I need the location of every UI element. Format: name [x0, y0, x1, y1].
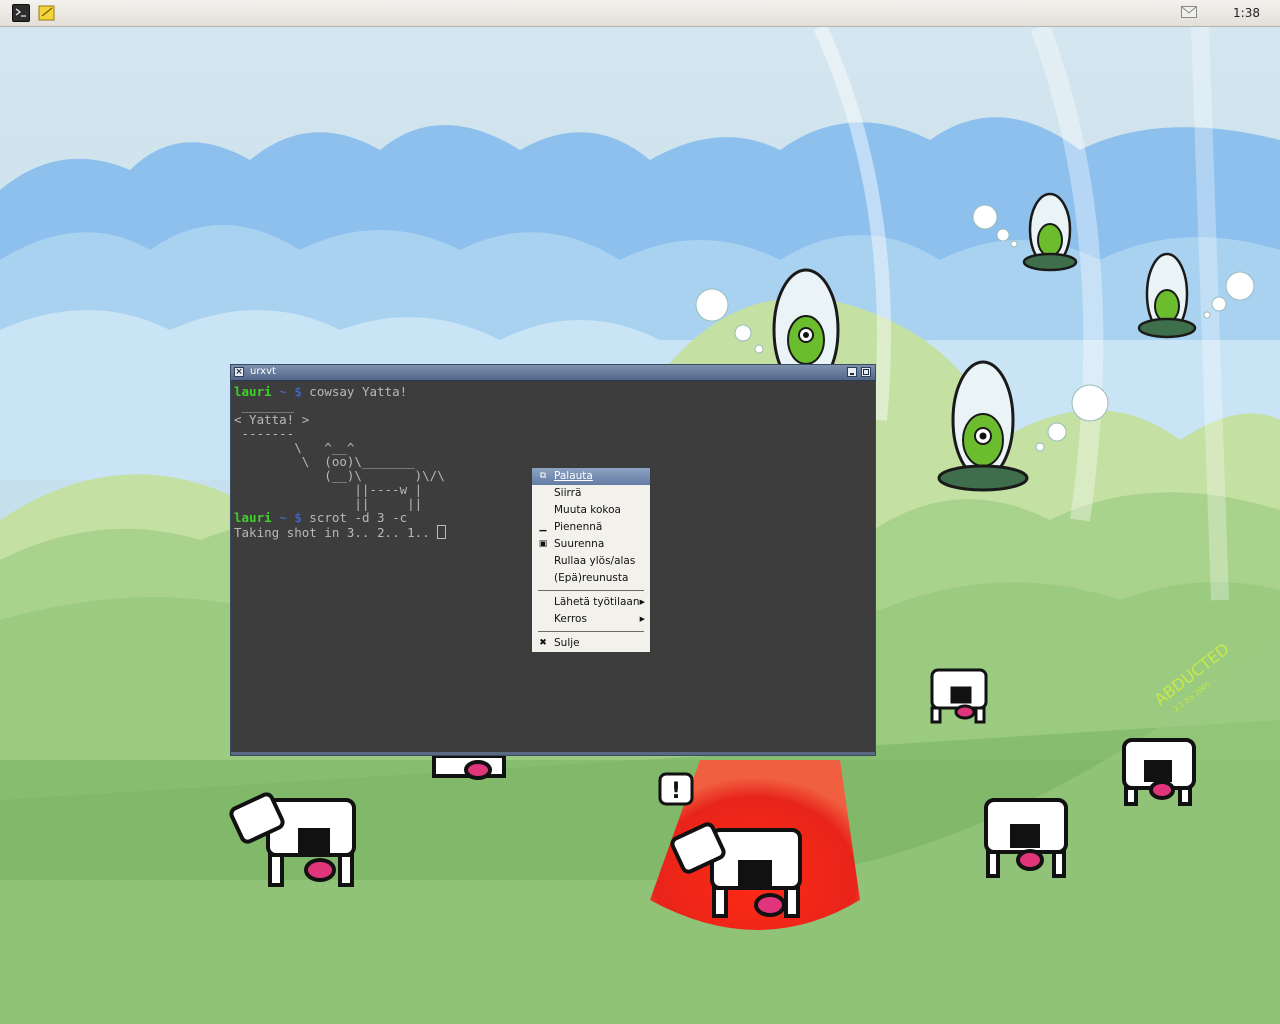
text-cursor	[437, 525, 447, 539]
menu-item-resize[interactable]: Muuta kokoa	[532, 502, 650, 519]
cow-6-partial	[432, 754, 506, 780]
output-line: _______	[234, 398, 295, 413]
window-minimize-button[interactable]	[847, 367, 857, 377]
output-line: < Yatta! >	[234, 412, 310, 427]
menu-item-shade[interactable]: Rullaa ylös/alas	[532, 553, 650, 570]
window-context-menu: ⧉ Palauta Siirrä Muuta kokoa ▁ Pienennä …	[531, 467, 651, 653]
submenu-arrow-icon: ▶	[639, 615, 645, 623]
cow-3	[930, 668, 988, 724]
menu-item-layer[interactable]: Kerros ▶	[532, 611, 650, 628]
menu-item-send-to-desktop[interactable]: Lähetä työtilaan ▶	[532, 594, 650, 611]
menu-item-maximize[interactable]: ▣ Suurenna	[532, 536, 650, 553]
close-icon: ✖	[539, 638, 547, 648]
window-titlebar[interactable]: × urxvt	[231, 365, 875, 381]
menu-separator	[538, 631, 644, 632]
prompt-line-1: lauri ~ $ cowsay Yatta!	[234, 384, 408, 399]
output-line: \ ^__^	[234, 440, 355, 455]
minimize-icon: ▁	[539, 522, 547, 532]
submenu-arrow-icon: ▶	[639, 598, 645, 606]
menu-item-move[interactable]: Siirrä	[532, 485, 650, 502]
menu-item-restore[interactable]: ⧉ Palauta	[532, 468, 650, 485]
terminal-launcher-icon[interactable]	[12, 4, 30, 22]
window-close-icon[interactable]: ×	[234, 367, 244, 377]
output-line: -------	[234, 426, 295, 441]
top-panel: 1:38	[0, 0, 1280, 27]
menu-item-close[interactable]: ✖ Sulje	[532, 635, 650, 652]
notes-icon	[38, 5, 55, 21]
menu-separator	[538, 590, 644, 591]
window-maximize-button[interactable]	[861, 367, 871, 377]
window-title: urxvt	[250, 366, 276, 377]
menu-item-decorations[interactable]: (Epä)reunusta	[532, 570, 650, 587]
notes-launcher-icon[interactable]	[38, 4, 56, 22]
mail-icon[interactable]	[1181, 6, 1197, 18]
terminal-icon	[15, 8, 26, 17]
menu-item-minimize[interactable]: ▁ Pienennä	[532, 519, 650, 536]
maximize-icon: ▣	[538, 539, 548, 549]
exclamation-text: !	[671, 779, 681, 804]
cow-4	[984, 798, 1068, 878]
cow-5	[1122, 738, 1196, 806]
restore-icon: ⧉	[539, 471, 547, 481]
clock[interactable]: 1:38	[1233, 6, 1260, 20]
window-bottom-border[interactable]	[231, 752, 875, 755]
